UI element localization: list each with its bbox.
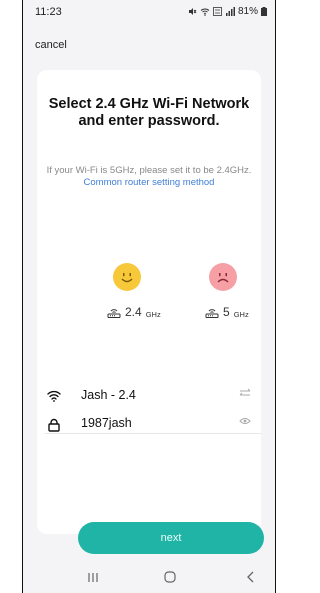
phone-screen: 11:23 81% cancel Select 2.4 GHz Wi-Fi Ne… xyxy=(22,0,276,593)
home-icon[interactable] xyxy=(164,571,176,583)
band-unit: GHz xyxy=(233,310,249,319)
top-bar: cancel xyxy=(23,30,275,60)
cancel-button[interactable]: cancel xyxy=(35,39,67,51)
lock-icon xyxy=(48,418,60,432)
password-field[interactable]: 1987jash xyxy=(81,416,132,430)
recent-apps-icon[interactable] xyxy=(87,572,99,583)
band-unit: GHz xyxy=(145,310,161,319)
happy-face-icon xyxy=(113,263,141,291)
band-hint: If your Wi-Fi is 5GHz, please set it to … xyxy=(45,165,253,189)
page-title: Select 2.4 GHz Wi-Fi Network and enter p… xyxy=(48,96,250,129)
router-icon xyxy=(205,309,219,318)
swap-network-icon[interactable] xyxy=(239,388,251,398)
volte-lte-icon xyxy=(213,7,222,16)
router-setting-link[interactable]: Common router setting method xyxy=(84,177,215,188)
wifi-signal-icon xyxy=(200,8,210,16)
band-value: 2.4 xyxy=(125,305,142,319)
wifi-icon xyxy=(47,390,61,402)
password-row[interactable]: 1987jash xyxy=(37,416,261,452)
network-ssid: Jash - 2.4 xyxy=(81,388,136,402)
status-time: 11:23 xyxy=(35,6,62,18)
cell-signal-icon xyxy=(225,7,235,16)
battery-percent: 81% xyxy=(237,6,258,17)
band-hint-text: If your Wi-Fi is 5GHz, please set it to … xyxy=(46,165,252,176)
next-button[interactable]: next xyxy=(78,522,264,554)
battery-icon xyxy=(261,7,267,16)
status-bar: 11:23 81% xyxy=(23,0,275,26)
mute-icon xyxy=(188,8,197,15)
band-option-2-4ghz: 2.4 GHz xyxy=(107,305,161,319)
eye-icon[interactable] xyxy=(239,416,251,426)
system-nav-bar xyxy=(23,563,275,593)
sad-face-icon xyxy=(209,263,237,291)
status-icons: 81% xyxy=(188,6,267,17)
band-option-5ghz: 5 GHz xyxy=(205,305,249,319)
router-icon xyxy=(107,309,121,318)
wifi-setup-card: Select 2.4 GHz Wi-Fi Network and enter p… xyxy=(37,70,261,534)
back-icon[interactable] xyxy=(246,571,256,583)
band-value: 5 xyxy=(223,305,230,319)
